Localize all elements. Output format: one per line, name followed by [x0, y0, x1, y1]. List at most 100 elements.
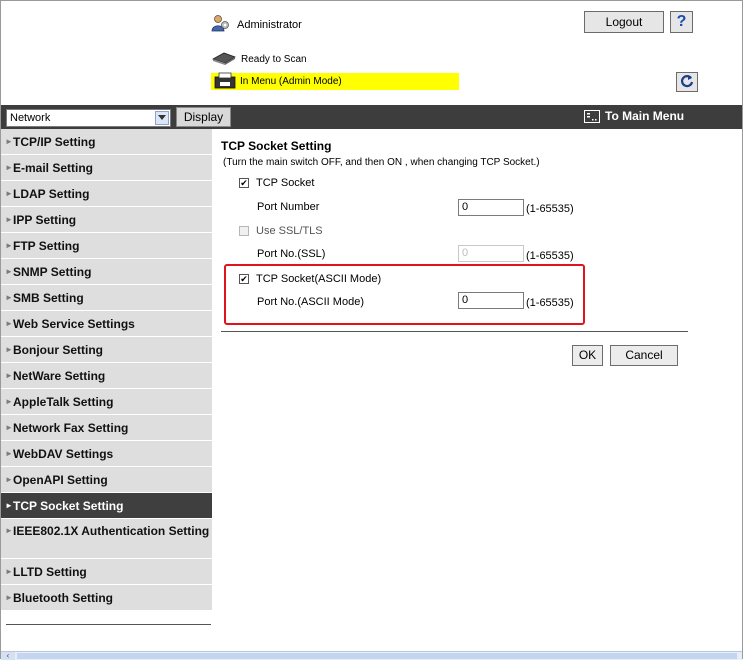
- arrow-right-icon: ►: [5, 567, 13, 576]
- sidebar-item-label: LDAP Setting: [13, 187, 90, 201]
- sidebar-item-netware[interactable]: ► NetWare Setting: [1, 363, 212, 389]
- sidebar-item-label: OpenAPI Setting: [13, 473, 108, 487]
- tcp-socket-row: ✔ TCP Socket: [239, 177, 315, 189]
- port-number-range: (1-65535): [526, 203, 574, 215]
- sidebar-item-bonjour[interactable]: ► Bonjour Setting: [1, 337, 212, 363]
- help-button[interactable]: ?: [670, 11, 693, 33]
- sidebar-item-webdav[interactable]: ► WebDAV Settings: [1, 441, 212, 467]
- sidebar-item-label: SNMP Setting: [13, 265, 92, 279]
- ssl-label: Use SSL/TLS: [256, 225, 323, 237]
- port-number-input[interactable]: 0: [458, 199, 524, 216]
- ssl-checkbox[interactable]: [239, 226, 249, 236]
- arrow-right-icon: ►: [5, 163, 13, 172]
- arrow-right-icon: ►: [5, 449, 13, 458]
- cancel-button[interactable]: Cancel: [610, 345, 678, 366]
- sidebar-item-label: AppleTalk Setting: [13, 395, 114, 409]
- arrow-right-icon: ►: [5, 189, 13, 198]
- ok-button[interactable]: OK: [572, 345, 603, 366]
- sidebar-item-tcp-socket[interactable]: ► TCP Socket Setting: [1, 493, 212, 519]
- ascii-port-input[interactable]: 0: [458, 292, 524, 309]
- ascii-label: TCP Socket(ASCII Mode): [256, 273, 382, 285]
- sidebar-item-label: TCP/IP Setting: [13, 135, 96, 149]
- page-note: (Turn the main switch OFF, and then ON ,…: [223, 157, 540, 168]
- admin-icon: [211, 14, 231, 35]
- arrow-right-icon: ►: [5, 397, 13, 406]
- sidebar-item-label: IEEE802.1X Authentication Setting: [13, 524, 210, 538]
- sidebar-item-label: WebDAV Settings: [13, 447, 114, 461]
- sidebar-item-network-fax[interactable]: ► Network Fax Setting: [1, 415, 212, 441]
- printer-icon: [213, 72, 237, 93]
- ascii-row: ✔ TCP Socket(ASCII Mode): [239, 273, 381, 285]
- port-number-label: Port Number: [257, 201, 320, 213]
- admin-label: Administrator: [237, 18, 302, 31]
- sidebar-divider: [6, 624, 211, 625]
- arrow-right-icon: ►: [5, 293, 13, 302]
- to-main-menu-link[interactable]: To Main Menu: [584, 109, 684, 123]
- sidebar-item-openapi[interactable]: ► OpenAPI Setting: [1, 467, 212, 493]
- sidebar-item-label: E-mail Setting: [13, 161, 94, 175]
- sidebar-item-appletalk[interactable]: ► AppleTalk Setting: [1, 389, 212, 415]
- sidebar-item-label: SMB Setting: [13, 291, 84, 305]
- sidebar-item-label: IPP Setting: [13, 213, 77, 227]
- arrow-right-icon: ►: [5, 475, 13, 484]
- sidebar-item-bluetooth[interactable]: ► Bluetooth Setting: [1, 585, 212, 611]
- status-ready-text: Ready to Scan: [241, 54, 307, 65]
- chevron-down-icon[interactable]: [155, 111, 169, 125]
- ascii-checkbox[interactable]: ✔: [239, 274, 249, 284]
- content-divider: [221, 331, 688, 332]
- arrow-right-icon: ►: [5, 501, 13, 510]
- arrow-right-icon: ►: [5, 371, 13, 380]
- menu-icon: [584, 109, 600, 123]
- sidebar-item-snmp[interactable]: ► SNMP Setting: [1, 259, 212, 285]
- sidebar-item-smb[interactable]: ► SMB Setting: [1, 285, 212, 311]
- ssl-port-range: (1-65535): [526, 250, 574, 262]
- scrollbar-thumb[interactable]: [17, 653, 737, 659]
- arrow-right-icon: ►: [5, 267, 13, 276]
- arrow-right-icon: ►: [5, 593, 13, 602]
- sidebar-item-label: LLTD Setting: [13, 565, 87, 579]
- status-ready: Ready to Scan: [211, 50, 307, 69]
- category-select[interactable]: Network: [6, 109, 171, 127]
- ascii-port-label: Port No.(ASCII Mode): [257, 296, 364, 308]
- scanner-icon: [211, 50, 237, 69]
- tcp-socket-label: TCP Socket: [256, 177, 315, 189]
- sidebar-item-ipp[interactable]: ► IPP Setting: [1, 207, 212, 233]
- status-menu-text: In Menu (Admin Mode): [240, 76, 342, 87]
- refresh-button[interactable]: [676, 72, 698, 92]
- refresh-icon: [680, 74, 694, 91]
- ssl-row: Use SSL/TLS: [239, 225, 323, 237]
- display-button[interactable]: Display: [176, 107, 231, 127]
- arrow-right-icon: ►: [5, 215, 13, 224]
- ssl-port-input[interactable]: 0: [458, 245, 524, 262]
- arrow-right-icon: ►: [5, 137, 13, 146]
- sidebar: ► TCP/IP Setting ► E-mail Setting ► LDAP Se…: [1, 129, 212, 611]
- arrow-right-icon: ►: [5, 345, 13, 354]
- arrow-right-icon: ►: [5, 319, 13, 328]
- status-menu: In Menu (Admin Mode): [211, 72, 459, 93]
- logout-button[interactable]: Logout: [584, 11, 664, 33]
- sidebar-item-tcpip[interactable]: ► TCP/IP Setting: [1, 129, 212, 155]
- sidebar-item-label: Bluetooth Setting: [13, 591, 113, 605]
- sidebar-item-label: FTP Setting: [13, 239, 80, 253]
- ascii-port-range: (1-65535): [526, 297, 574, 309]
- sidebar-item-email[interactable]: ► E-mail Setting: [1, 155, 212, 181]
- sidebar-item-lltd[interactable]: ► LLTD Setting: [1, 559, 212, 585]
- sidebar-item-label: Bonjour Setting: [13, 343, 103, 357]
- ssl-port-label: Port No.(SSL): [257, 248, 326, 260]
- arrow-right-icon: ►: [5, 241, 13, 250]
- tcp-socket-checkbox[interactable]: ✔: [239, 178, 249, 188]
- category-select-value: Network: [10, 112, 51, 124]
- sidebar-item-label: Network Fax Setting: [13, 421, 129, 435]
- sidebar-item-label: Web Service Settings: [13, 317, 135, 331]
- sidebar-item-ieee8021x[interactable]: ► IEEE802.1X Authentication Setting: [1, 519, 212, 559]
- page-title: TCP Socket Setting: [221, 139, 332, 153]
- sidebar-item-label: NetWare Setting: [13, 369, 106, 383]
- sidebar-item-label: TCP Socket Setting: [13, 499, 124, 513]
- admin-user: Administrator: [211, 14, 302, 35]
- to-main-menu-label: To Main Menu: [605, 109, 685, 123]
- arrow-right-icon: ►: [5, 526, 13, 535]
- arrow-right-icon: ►: [5, 423, 13, 432]
- sidebar-item-ftp[interactable]: ► FTP Setting: [1, 233, 212, 259]
- sidebar-item-web-service[interactable]: ► Web Service Settings: [1, 311, 212, 337]
- sidebar-item-ldap[interactable]: ► LDAP Setting: [1, 181, 212, 207]
